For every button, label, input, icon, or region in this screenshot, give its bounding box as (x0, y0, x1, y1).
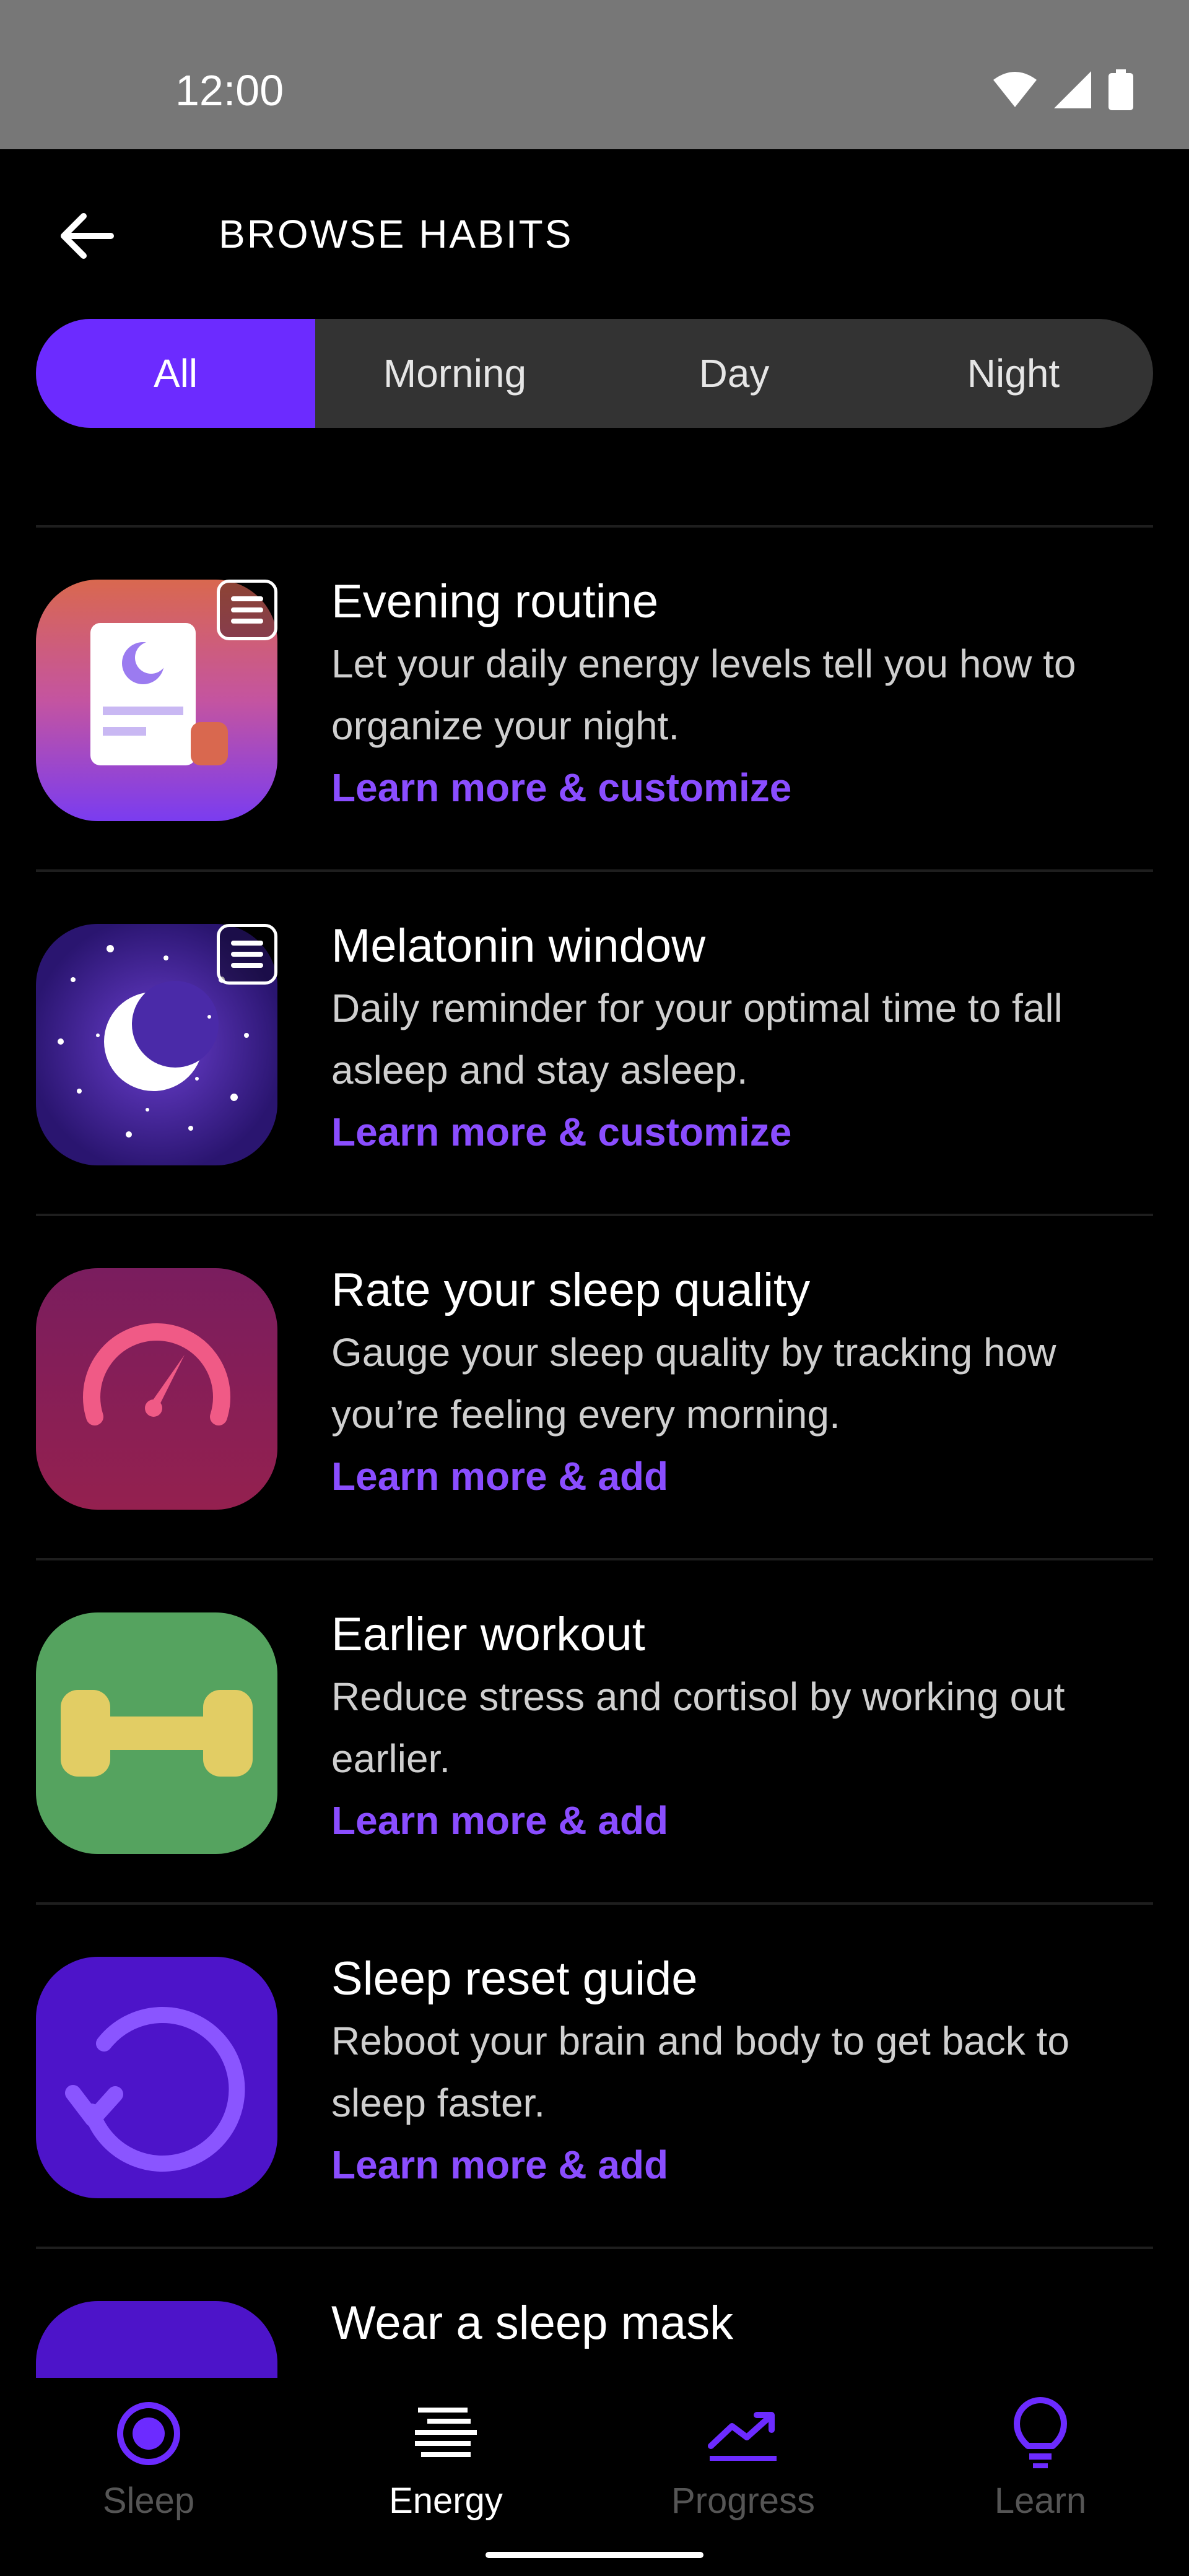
nav-label: Progress (671, 2481, 816, 2521)
filter-all[interactable]: All (36, 319, 315, 428)
arrow-left-icon (61, 213, 114, 259)
nav-learn[interactable]: Learn (892, 2378, 1189, 2576)
habit-text: Melatonin window Daily reminder for your… (331, 915, 1153, 1163)
learn-more-link[interactable]: Learn more & add (331, 1790, 1153, 1852)
filter-night[interactable]: Night (874, 319, 1153, 428)
gauge-icon (36, 1268, 277, 1510)
habit-title: Melatonin window (331, 920, 706, 972)
habit-description: Reboot your brain and body to get back t… (331, 2019, 1069, 2125)
habit-row-melatonin-window[interactable]: Melatonin window Daily reminder for your… (36, 872, 1153, 1214)
home-indicator[interactable] (486, 2552, 703, 2558)
habit-title: Sleep reset guide (331, 1952, 698, 2005)
habit-filter-tabs: All Morning Day Night (36, 319, 1153, 428)
habit-title: Evening routine (331, 575, 659, 628)
signal-icon (1054, 71, 1091, 108)
habit-description: Reduce stress and cortisol by working ou… (331, 1674, 1065, 1781)
habit-row-evening-routine[interactable]: Evening routine Let your daily energy le… (36, 528, 1153, 869)
nav-label: Sleep (102, 2481, 195, 2521)
guide-badge-icon (217, 580, 277, 640)
status-time: 12:00 (175, 66, 284, 115)
nav-energy[interactable]: Energy (297, 2378, 594, 2576)
habit-row-wear-sleep-mask[interactable]: Wear a sleep mask (36, 2249, 1153, 2383)
nav-label: Learn (994, 2481, 1087, 2521)
energy-icon (406, 2393, 486, 2474)
nav-sleep[interactable]: Sleep (0, 2378, 297, 2576)
sleep-mask-icon (36, 2301, 277, 2383)
reset-icon (36, 1957, 277, 2198)
status-bar: 12:00 (0, 0, 1189, 149)
habit-row-sleep-reset-guide[interactable]: Sleep reset guide Reboot your brain and … (36, 1905, 1153, 2247)
learn-more-link[interactable]: Learn more & add (331, 1445, 1153, 1507)
sleep-icon (108, 2393, 189, 2474)
habit-text: Sleep reset guide Reboot your brain and … (331, 1948, 1153, 2196)
back-button[interactable] (56, 205, 118, 267)
learn-more-link[interactable]: Learn more & customize (331, 1101, 1153, 1163)
battery-icon (1108, 69, 1133, 110)
habit-text: Wear a sleep mask (331, 2292, 1153, 2354)
habit-text: Rate your sleep quality Gauge your sleep… (331, 1260, 1153, 1507)
dumbbell-icon (36, 1612, 277, 1854)
nav-progress[interactable]: Progress (594, 2378, 892, 2576)
habit-row-rate-sleep-quality[interactable]: Rate your sleep quality Gauge your sleep… (36, 1216, 1153, 1558)
habit-row-earlier-workout[interactable]: Earlier workout Reduce stress and cortis… (36, 1560, 1153, 1902)
lightbulb-icon (1000, 2393, 1081, 2474)
nav-label: Energy (389, 2481, 503, 2521)
habit-description: Daily reminder for your optimal time to … (331, 986, 1063, 1092)
learn-more-link[interactable]: Learn more & customize (331, 757, 1153, 819)
habit-list: Evening routine Let your daily energy le… (36, 525, 1153, 2383)
habit-title: Rate your sleep quality (331, 1264, 811, 1316)
habit-text: Evening routine Let your daily energy le… (331, 571, 1153, 819)
habit-title: Earlier workout (331, 1608, 645, 1661)
page-title: BROWSE HABITS (219, 212, 573, 256)
habit-text: Earlier workout Reduce stress and cortis… (331, 1604, 1153, 1852)
bottom-navigation: Sleep Energy Progress Learn (0, 2378, 1189, 2576)
habit-description: Gauge your sleep quality by tracking how… (331, 1330, 1056, 1437)
learn-more-link[interactable]: Learn more & add (331, 2134, 1153, 2196)
filter-morning[interactable]: Morning (315, 319, 594, 428)
app-header: BROWSE HABITS (0, 149, 1189, 316)
status-icons (993, 68, 1133, 111)
guide-badge-icon (217, 924, 277, 985)
progress-icon (703, 2393, 783, 2474)
habit-title: Wear a sleep mask (331, 2297, 734, 2349)
wifi-icon (993, 72, 1037, 107)
habit-description: Let your daily energy levels tell you ho… (331, 642, 1076, 748)
filter-day[interactable]: Day (594, 319, 874, 428)
